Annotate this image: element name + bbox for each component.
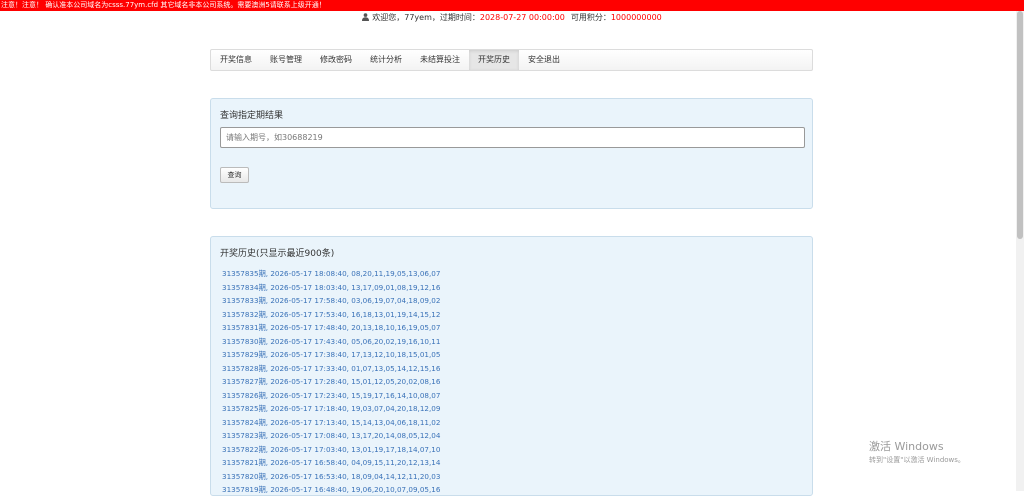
nav-statistics[interactable]: 统计分析 — [361, 50, 411, 70]
nav-draw-history[interactable]: 开奖历史 — [469, 50, 519, 70]
history-row[interactable]: 31357829期, 2026-05-17 17:38:40, 17,13,12… — [222, 348, 440, 362]
history-row[interactable]: 31357822期, 2026-05-17 17:03:40, 13,01,19… — [222, 443, 440, 457]
credits-value: 1000000000 — [610, 13, 662, 22]
expire-label: 过期时间： — [439, 13, 480, 22]
history-panel: 开奖历史(只显示最近900条) 31357835期, 2026-05-17 18… — [210, 236, 813, 496]
history-row[interactable]: 31357832期, 2026-05-17 17:53:40, 16,18,13… — [222, 308, 440, 322]
history-row[interactable]: 31357835期, 2026-05-17 18:08:40, 08,20,11… — [222, 267, 440, 281]
page-scrollbar[interactable] — [1016, 11, 1024, 491]
query-button[interactable]: 查询 — [220, 167, 249, 183]
history-list: 31357835期, 2026-05-17 18:08:40, 08,20,11… — [222, 267, 440, 497]
history-row[interactable]: 31357821期, 2026-05-17 16:58:40, 04,09,15… — [222, 456, 440, 470]
history-row[interactable]: 31357820期, 2026-05-17 16:53:40, 18,09,04… — [222, 470, 440, 484]
warning-text: 注意！注意！ 确认准本公司域名为csss.77ym.cfd 其它域名非本公司系统… — [1, 1, 326, 9]
welcome-text: 欢迎您，77yem， — [372, 13, 440, 22]
nav-change-password[interactable]: 修改密码 — [311, 50, 361, 70]
history-row[interactable]: 31357827期, 2026-05-17 17:28:40, 15,01,12… — [222, 375, 440, 389]
watermark-title: 激活 Windows — [869, 440, 944, 453]
history-row[interactable]: 31357825期, 2026-05-17 17:18:40, 19,03,07… — [222, 402, 440, 416]
query-title: 查询指定期结果 — [220, 111, 284, 121]
history-row[interactable]: 31357828期, 2026-05-17 17:33:40, 01,07,13… — [222, 362, 440, 376]
history-row[interactable]: 31357830期, 2026-05-17 17:43:40, 05,06,20… — [222, 335, 440, 349]
main-nav: 开奖信息 账号管理 修改密码 统计分析 未结算投注 开奖历史 安全退出 — [210, 49, 813, 71]
period-input[interactable] — [220, 127, 805, 148]
history-row[interactable]: 31357833期, 2026-05-17 17:58:40, 03,06,19… — [222, 294, 440, 308]
history-row[interactable]: 31357834期, 2026-05-17 18:03:40, 13,17,09… — [222, 281, 440, 295]
query-panel: 查询指定期结果 查询 — [210, 98, 813, 209]
history-row[interactable]: 31357826期, 2026-05-17 17:23:40, 15,19,17… — [222, 389, 440, 403]
history-title: 开奖历史(只显示最近900条) — [220, 249, 335, 259]
user-icon — [362, 13, 370, 21]
nav-unsettled-bets[interactable]: 未结算投注 — [411, 50, 469, 70]
nav-account[interactable]: 账号管理 — [261, 50, 311, 70]
credits-label: 可用积分： — [570, 13, 611, 22]
expire-value: 2028-07-27 00:00:00 — [479, 13, 565, 22]
history-row[interactable]: 31357824期, 2026-05-17 17:13:40, 15,14,13… — [222, 416, 440, 430]
warning-banner: 注意！注意！ 确认准本公司域名为csss.77ym.cfd 其它域名非本公司系统… — [0, 0, 1024, 11]
watermark-subtitle: 转到"设置"以激活 Windows。 — [869, 456, 965, 464]
user-info-bar: 欢迎您，77yem，过期时间：2028-07-27 00:00:00 可用积分：1… — [0, 13, 1024, 23]
nav-draw-info[interactable]: 开奖信息 — [211, 50, 261, 70]
nav-logout[interactable]: 安全退出 — [519, 50, 569, 70]
history-row[interactable]: 31357819期, 2026-05-17 16:48:40, 19,06,20… — [222, 483, 440, 497]
history-row[interactable]: 31357831期, 2026-05-17 17:48:40, 20,13,18… — [222, 321, 440, 335]
scrollbar-thumb[interactable] — [1017, 11, 1023, 239]
history-row[interactable]: 31357823期, 2026-05-17 17:08:40, 13,17,20… — [222, 429, 440, 443]
windows-activation-watermark: 激活 Windows 转到"设置"以激活 Windows。 — [869, 440, 965, 465]
